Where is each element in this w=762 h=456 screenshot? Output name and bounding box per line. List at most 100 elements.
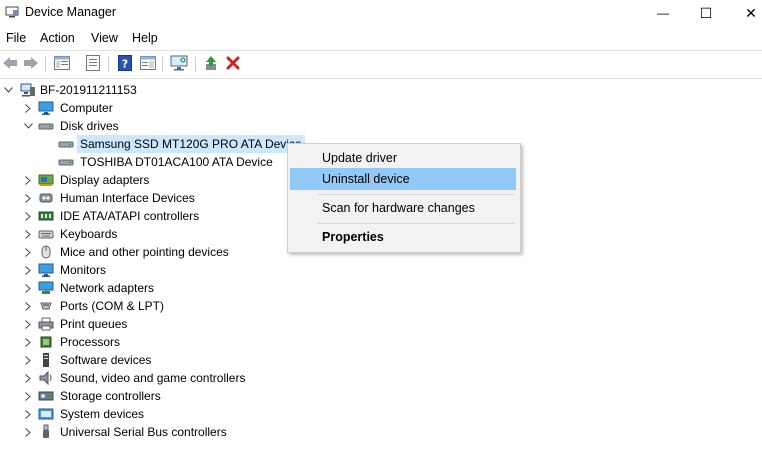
- chevron-right-icon[interactable]: [22, 405, 34, 423]
- tree-category-network-adapters[interactable]: Network adapters: [0, 279, 762, 297]
- toolbar-separator: [108, 56, 109, 72]
- tree-item-label: Keyboards: [60, 227, 118, 241]
- tree-category-system-devices[interactable]: System devices: [0, 405, 762, 423]
- toolbar: ?: [0, 51, 762, 77]
- tree-category-ports-com-lpt[interactable]: Ports (COM & LPT): [0, 297, 762, 315]
- monitor-icon: [38, 100, 54, 116]
- system-icon: [38, 406, 54, 422]
- context-menu-separator: [318, 194, 514, 195]
- device-manager-icon: [5, 6, 19, 18]
- chevron-right-icon[interactable]: [22, 333, 34, 351]
- uninstall-device-label: Uninstall device: [322, 172, 410, 186]
- back-arrow-icon[interactable]: [1, 54, 19, 72]
- menu-action[interactable]: Action: [40, 31, 75, 45]
- chevron-right-icon[interactable]: [22, 369, 34, 387]
- scan-hardware-menu-item[interactable]: Scan for hardware changes: [290, 197, 516, 219]
- help-icon[interactable]: ?: [116, 54, 134, 72]
- tree-root-computer[interactable]: BF-201911211153: [0, 81, 762, 99]
- tree-item-label: Computer: [60, 101, 113, 115]
- network-icon: [38, 280, 54, 296]
- disk-icon: [58, 154, 74, 170]
- context-menu: Update driver Uninstall device Scan for …: [287, 143, 521, 253]
- tree-item-label: Network adapters: [60, 281, 155, 295]
- chevron-right-icon[interactable]: [22, 261, 34, 279]
- minimize-button[interactable]: —: [640, 0, 686, 26]
- tree-item-label: IDE ATA/ATAPI controllers: [60, 209, 200, 223]
- chevron-right-icon[interactable]: [22, 297, 34, 315]
- menu-bar: File Action View Help: [0, 27, 762, 49]
- forward-arrow-icon[interactable]: [22, 54, 40, 72]
- uninstall-x-icon[interactable]: [224, 54, 242, 72]
- tree-category-monitors[interactable]: Monitors: [0, 261, 762, 279]
- chevron-right-icon[interactable]: [22, 387, 34, 405]
- chevron-down-icon[interactable]: [22, 117, 34, 135]
- chevron-right-icon[interactable]: [22, 423, 34, 441]
- tree-category-print-queues[interactable]: Print queues: [0, 315, 762, 333]
- scan-hardware-label: Scan for hardware changes: [322, 201, 475, 215]
- computer-root-icon: [20, 82, 36, 98]
- minimize-icon: —: [657, 6, 669, 20]
- software-icon: [38, 352, 54, 368]
- tree-category-storage-controllers[interactable]: Storage controllers: [0, 387, 762, 405]
- tree-item-label: Ports (COM & LPT): [60, 299, 165, 313]
- tree-item-label: BF-201911211153: [40, 83, 137, 97]
- tree-item-label: Disk drives: [60, 119, 119, 133]
- toolbar-separator: [162, 56, 163, 72]
- chevron-down-icon[interactable]: [2, 81, 14, 99]
- chevron-right-icon[interactable]: [22, 243, 34, 261]
- menu-view[interactable]: View: [91, 31, 118, 45]
- tree-item-label: TOSHIBA DT01ACA100 ATA Device: [80, 155, 273, 169]
- update-driver-label: Update driver: [322, 151, 398, 165]
- properties-menu-item[interactable]: Properties: [290, 226, 516, 248]
- chevron-right-icon[interactable]: [22, 171, 34, 189]
- tree-category-sound-video-and-game-controllers[interactable]: Sound, video and game controllers: [0, 369, 762, 387]
- tree-category-software-devices[interactable]: Software devices: [0, 351, 762, 369]
- storage-icon: [38, 388, 54, 404]
- tree-item-label: System devices: [60, 407, 145, 421]
- title-bar: Device Manager — ☐ ✕: [0, 0, 762, 26]
- tree-item-label: Samsung SSD MT120G PRO ATA Device: [77, 135, 305, 153]
- view-list-icon[interactable]: [139, 54, 157, 72]
- tree-category-universal-serial-bus-controllers[interactable]: Universal Serial Bus controllers: [0, 423, 762, 441]
- svg-text:?: ?: [122, 58, 128, 71]
- close-button[interactable]: ✕: [728, 0, 762, 26]
- context-menu-separator: [318, 223, 514, 224]
- uninstall-device-menu-item[interactable]: Uninstall device: [290, 168, 516, 190]
- tree-item-label: Print queues: [60, 317, 128, 331]
- toolbar-separator: [195, 56, 196, 72]
- display-adapter-icon: [38, 172, 54, 188]
- tree-item-label: Processors: [60, 335, 121, 349]
- tree-category-computer[interactable]: Computer: [0, 99, 762, 117]
- update-driver-menu-item[interactable]: Update driver: [290, 147, 516, 169]
- tree-item-label: Storage controllers: [60, 389, 161, 403]
- tree-category-processors[interactable]: Processors: [0, 333, 762, 351]
- chevron-right-icon[interactable]: [22, 99, 34, 117]
- maximize-icon: ☐: [699, 4, 713, 21]
- maximize-button[interactable]: ☐: [683, 0, 729, 26]
- menu-file[interactable]: File: [6, 31, 26, 45]
- disk-icon: [38, 118, 54, 134]
- chevron-right-icon[interactable]: [22, 315, 34, 333]
- tree-category-disk-drives[interactable]: Disk drives: [0, 117, 762, 135]
- tree-item-label: Mice and other pointing devices: [60, 245, 229, 259]
- chevron-right-icon[interactable]: [22, 351, 34, 369]
- chevron-right-icon[interactable]: [22, 225, 34, 243]
- console-tree-icon[interactable]: [53, 54, 71, 72]
- properties-sheet-icon[interactable]: [84, 54, 102, 72]
- mouse-icon: [38, 244, 54, 260]
- toolbar-separator: [45, 56, 46, 72]
- processor-icon: [38, 334, 54, 350]
- chevron-right-icon[interactable]: [22, 279, 34, 297]
- scan-hardware-icon[interactable]: [170, 54, 188, 72]
- chevron-right-icon[interactable]: [22, 189, 34, 207]
- properties-label: Properties: [322, 230, 384, 244]
- disk-icon: [58, 136, 74, 152]
- update-driver-icon[interactable]: [202, 54, 220, 72]
- toolbar-divider: [0, 78, 762, 79]
- usb-icon: [38, 424, 54, 440]
- tree-item-label: Human Interface Devices: [60, 191, 195, 205]
- chevron-right-icon[interactable]: [22, 207, 34, 225]
- menu-help[interactable]: Help: [132, 31, 158, 45]
- keyboard-icon: [38, 226, 54, 242]
- speaker-icon: [38, 370, 54, 386]
